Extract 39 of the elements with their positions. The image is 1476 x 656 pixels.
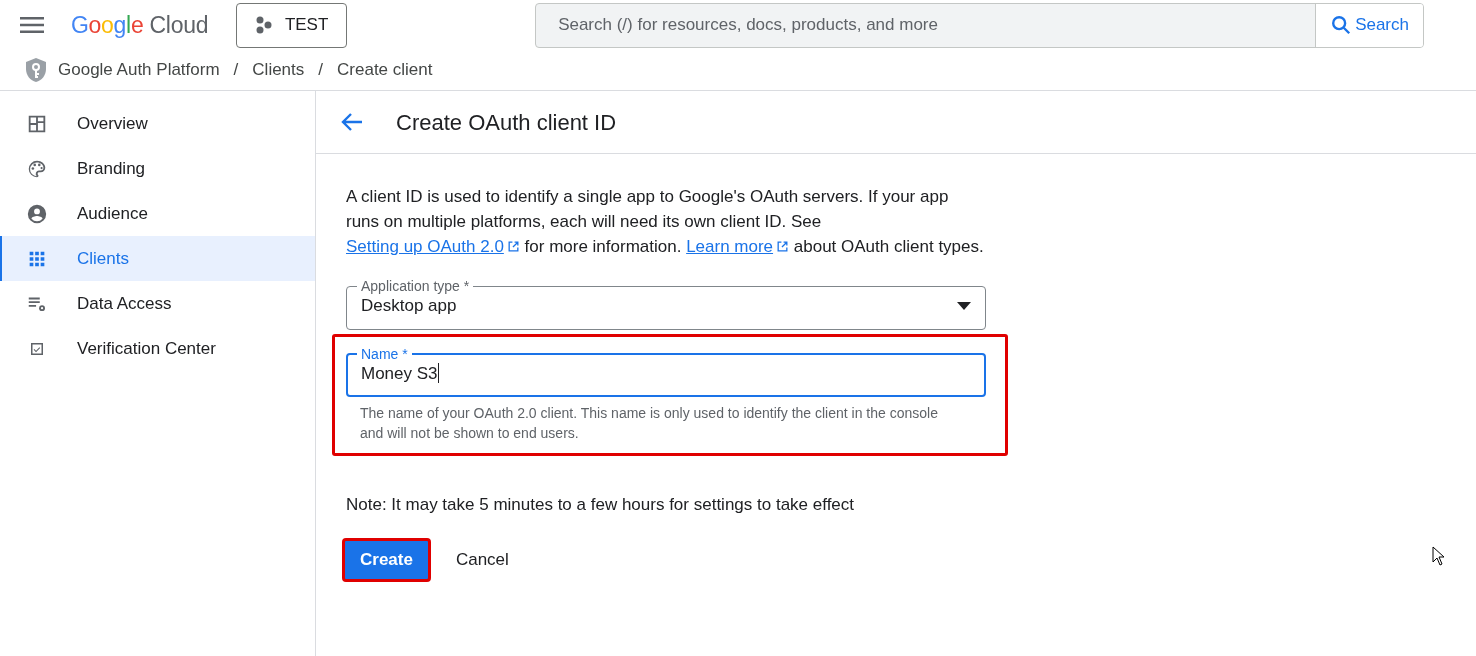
name-input-field[interactable]: Name * Money S3: [346, 346, 986, 397]
note-text: Note: It may take 5 minutes to a few hours for settings to take effect: [346, 494, 856, 516]
external-link-icon: [776, 240, 790, 253]
sidebar-item[interactable]: Branding: [0, 146, 315, 191]
create-button[interactable]: Create: [342, 537, 431, 582]
project-picker[interactable]: TEST: [236, 2, 348, 48]
page-title: Create OAuth client ID: [396, 108, 617, 137]
breadcrumb-separator: /: [318, 59, 324, 82]
field-label: Application type *: [360, 279, 471, 293]
search-icon: [1330, 14, 1353, 36]
help-link[interactable]: Learn more: [686, 237, 790, 256]
helper-text: The name of your OAuth 2.0 client. This name is only used to identify the client in the console and will not be shown to end users.: [359, 404, 939, 443]
text-cursor: [437, 363, 439, 384]
person-icon: [26, 202, 48, 225]
input-value: Money S3: [361, 362, 438, 385]
select-value: Desktop app: [361, 295, 458, 317]
back-arrow-icon: [341, 112, 363, 132]
description-text: A client ID is used to identify a single app to Google's OAuth servers. If your app runs on multiple platforms, each will need its own client ID. See Setting up OAuth 2.0 for more information. Learn more about OAuth client types.: [346, 186, 985, 258]
shield-key-icon: [24, 57, 48, 83]
search-button[interactable]: Search: [1315, 3, 1423, 47]
mouse-pointer-icon: [1432, 546, 1446, 566]
menu-icon: [20, 16, 44, 34]
sidebar-item[interactable]: Audience: [0, 191, 315, 236]
logo[interactable]: Google Cloud: [71, 7, 209, 43]
breadcrumb-link[interactable]: Google Auth Platform: [58, 57, 220, 83]
application-type-select[interactable]: Application type * Desktop app: [346, 279, 986, 330]
breadcrumb-separator: /: [233, 59, 239, 82]
search-field[interactable]: Search (/) for resources, docs, products, and more Search: [535, 2, 1424, 48]
cancel-button[interactable]: Cancel: [440, 537, 524, 582]
field-label: Name *: [360, 346, 409, 361]
external-link-icon: [506, 240, 520, 253]
breadcrumb-link[interactable]: Create client: [337, 57, 433, 83]
sidebar-item[interactable]: Verification Center: [0, 326, 315, 371]
sidebar-item[interactable]: Clients: [0, 236, 315, 281]
breadcrumb-link[interactable]: Clients: [252, 57, 305, 83]
help-link[interactable]: Setting up OAuth 2.0: [346, 237, 520, 256]
sidebar-item[interactable]: Data Access: [0, 281, 315, 326]
sidebar-item[interactable]: Overview: [0, 101, 315, 146]
dropdown-caret-icon: [957, 301, 971, 310]
